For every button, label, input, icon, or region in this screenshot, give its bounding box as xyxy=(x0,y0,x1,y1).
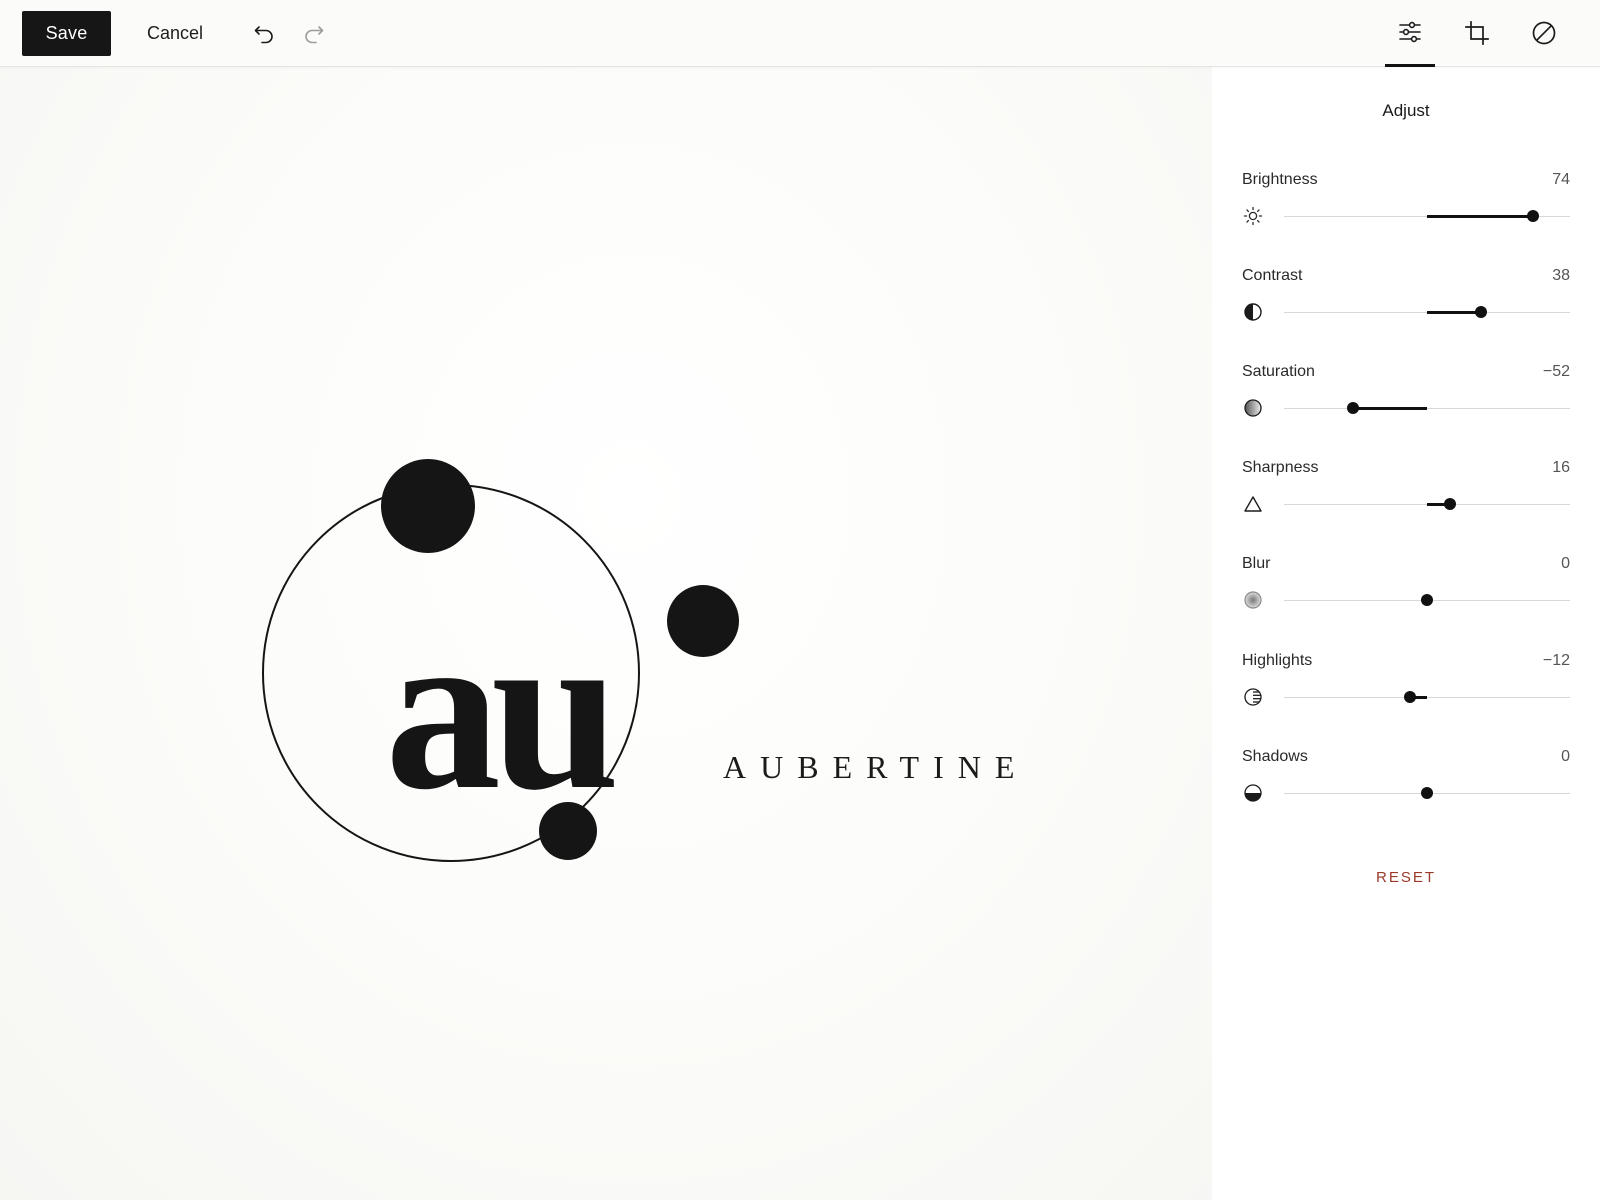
shadows-icon xyxy=(1242,782,1264,804)
adjustment-label: Blur xyxy=(1242,555,1271,572)
tab-filters[interactable] xyxy=(1519,10,1569,68)
redo-button[interactable] xyxy=(296,17,332,53)
panel-title: Adjust xyxy=(1382,101,1430,120)
save-button[interactable]: Save xyxy=(22,11,111,56)
top-toolbar: Save Cancel xyxy=(0,0,1600,67)
contrast-icon xyxy=(1242,301,1264,323)
cancel-button[interactable]: Cancel xyxy=(138,11,212,56)
slider-handle[interactable] xyxy=(1403,691,1416,703)
adjustment-label: Brightness xyxy=(1242,171,1318,188)
aubertine-logo-image: au AUBERTINE xyxy=(262,459,1028,862)
adjustment-blur: Blur 0 xyxy=(1242,555,1570,635)
triangle-icon xyxy=(1242,493,1264,515)
tab-crop[interactable] xyxy=(1452,10,1502,68)
active-tab-indicator xyxy=(1385,64,1435,67)
slider-handle[interactable] xyxy=(1421,787,1433,799)
image-canvas[interactable]: au AUBERTINE xyxy=(0,67,1212,1200)
adjustment-value: −12 xyxy=(1542,652,1570,669)
contrast-slider[interactable] xyxy=(1284,306,1570,318)
logo-dot-right xyxy=(667,585,739,657)
adjustment-value: 16 xyxy=(1552,459,1570,476)
adjustment-value: 0 xyxy=(1561,555,1570,572)
slider-fill xyxy=(1427,311,1482,314)
saturation-slider[interactable] xyxy=(1284,402,1570,414)
adjustment-highlights: Highlights −12 xyxy=(1242,652,1570,732)
shadows-slider[interactable] xyxy=(1284,787,1570,799)
adjustment-label: Shadows xyxy=(1242,748,1308,765)
adjust-panel: Adjust Brightness 74 Contrast 38 Saturat… xyxy=(1212,67,1600,1200)
highlights-icon xyxy=(1242,686,1264,708)
adjustment-label: Sharpness xyxy=(1242,459,1319,476)
adjustment-value: 38 xyxy=(1552,267,1570,284)
adjustment-brightness: Brightness 74 xyxy=(1242,171,1570,251)
adjustment-value: 0 xyxy=(1561,748,1570,765)
brightness-slider[interactable] xyxy=(1284,210,1570,222)
slider-fill xyxy=(1427,215,1533,218)
reset-button[interactable]: RESET xyxy=(1212,869,1600,886)
adjustment-value: 74 xyxy=(1552,171,1570,188)
adjustment-label: Contrast xyxy=(1242,267,1303,284)
tab-adjust[interactable] xyxy=(1385,10,1435,68)
saturation-icon xyxy=(1242,397,1264,419)
slider-handle[interactable] xyxy=(1346,402,1359,414)
adjustment-label: Highlights xyxy=(1242,652,1313,669)
adjustment-contrast: Contrast 38 xyxy=(1242,267,1570,347)
blur-slider[interactable] xyxy=(1284,594,1570,606)
sliders-icon xyxy=(1397,20,1423,47)
adjustment-label: Saturation xyxy=(1242,363,1315,380)
adjustment-saturation: Saturation −52 xyxy=(1242,363,1570,443)
slider-fill xyxy=(1352,407,1427,410)
adjustment-sharpness: Sharpness 16 xyxy=(1242,459,1570,539)
redo-icon xyxy=(303,23,325,48)
slider-handle[interactable] xyxy=(1526,210,1539,222)
undo-button[interactable] xyxy=(246,17,282,53)
logo-monogram: au xyxy=(385,581,614,838)
adjustment-shadows: Shadows 0 xyxy=(1242,748,1570,828)
highlights-slider[interactable] xyxy=(1284,691,1570,703)
logo-wordmark: AUBERTINE xyxy=(723,749,1028,785)
blur-icon xyxy=(1242,589,1264,611)
sharpness-slider[interactable] xyxy=(1284,498,1570,510)
slider-handle[interactable] xyxy=(1443,498,1456,510)
no-filter-icon xyxy=(1531,20,1557,49)
slider-handle[interactable] xyxy=(1421,594,1433,606)
logo-dot-top xyxy=(381,459,475,553)
sun-icon xyxy=(1242,205,1264,227)
adjustment-value: −52 xyxy=(1542,363,1570,380)
undo-icon xyxy=(253,23,275,48)
crop-icon xyxy=(1464,20,1490,49)
slider-handle[interactable] xyxy=(1475,306,1488,318)
